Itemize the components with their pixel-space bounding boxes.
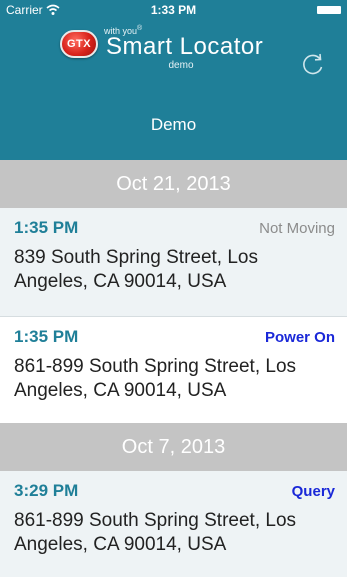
app-header: Carrier 1:33 PM GTX with you® Smart Loca…: [0, 0, 347, 160]
list-item[interactable]: 1:35 PM Power On 861-899 South Spring St…: [0, 317, 347, 423]
entry-address: 861-899 South Spring Street, Los Angeles…: [14, 356, 297, 401]
entry-status: Power On: [264, 329, 335, 346]
entry-header: 1:35 PM Power On: [14, 327, 335, 351]
battery-icon: [317, 6, 341, 14]
status-bar: Carrier 1:33 PM: [0, 0, 347, 20]
app-subtitle: demo: [168, 60, 194, 71]
status-time: 1:33 PM: [150, 3, 197, 17]
trademark-mark: ®: [137, 25, 143, 32]
logo-text: GTX: [66, 38, 92, 50]
gtx-logo: GTX: [60, 30, 98, 58]
section-date-header: Oct 21, 2013: [0, 160, 347, 208]
entry-address: 839 South Spring Street, Los Angeles, CA…: [14, 247, 258, 292]
entry-status: Query: [291, 483, 335, 500]
list-item[interactable]: 3:29 PM Query 861-899 South Spring Stree…: [0, 471, 347, 577]
entry-time: 1:35 PM: [14, 327, 79, 346]
entry-header: 1:35 PM Not Moving: [14, 218, 335, 242]
list-item[interactable]: 1:35 PM Not Moving 839 South Spring Stre…: [0, 208, 347, 316]
entry-header: 3:29 PM Query: [14, 481, 335, 505]
entry-address: 861-899 South Spring Street, Los Angeles…: [14, 510, 297, 555]
entry-time: 3:29 PM: [14, 481, 79, 500]
entry-time: 1:35 PM: [14, 218, 79, 237]
app-title: Smart Locator: [106, 33, 264, 60]
nav-title: Demo: [150, 115, 197, 134]
brand-block: GTX with you® Smart Locator demo: [60, 20, 280, 78]
entry-status: Not Moving: [259, 220, 335, 237]
section-date-header: Oct 7, 2013: [0, 423, 347, 471]
refresh-icon[interactable]: [299, 50, 327, 78]
